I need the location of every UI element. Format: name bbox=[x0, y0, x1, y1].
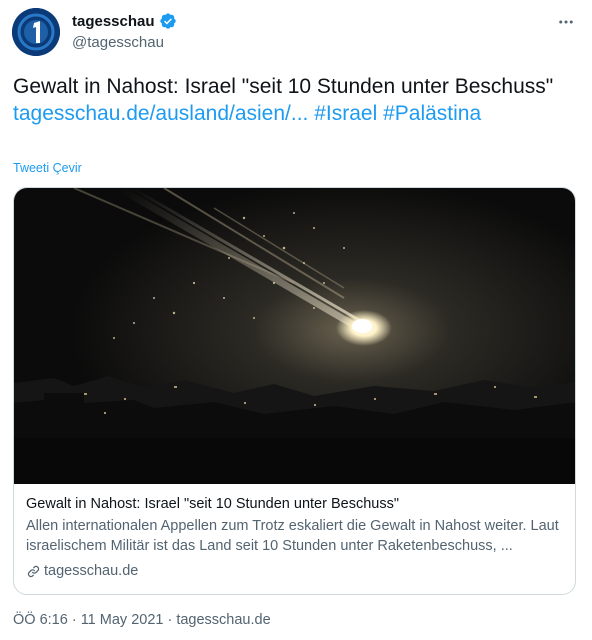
card-description: Allen internationalen Appellen zum Trotz… bbox=[26, 518, 559, 554]
hashtag-israel[interactable]: #Israel bbox=[314, 102, 377, 125]
link-icon bbox=[27, 565, 40, 577]
hashtag-palaestina[interactable]: #Palästina bbox=[383, 102, 481, 125]
tweet-timestamp[interactable]: ÖÖ 6:16 · 11 May 2021 · tagesschau.de bbox=[13, 612, 271, 628]
tweet-body: Gewalt in Nahost: Israel "seit 10 Stunde… bbox=[13, 75, 554, 98]
card-domain-row: tagesschau.de bbox=[26, 561, 566, 581]
card-domain: tagesschau.de bbox=[44, 563, 139, 579]
translate-tweet-link[interactable]: Tweeti Çevir bbox=[13, 161, 82, 175]
more-options-icon bbox=[559, 20, 573, 24]
card-title: Gewalt in Nahost: Israel "seit 10 Stunde… bbox=[26, 496, 399, 512]
tweet-url-link[interactable]: tagesschau.de/ausland/asien/... bbox=[13, 102, 308, 125]
more-options-button[interactable] bbox=[554, 10, 578, 34]
link-preview-card[interactable]: Gewalt in Nahost: Israel "seit 10 Stunde… bbox=[13, 187, 576, 595]
card-info: Gewalt in Nahost: Israel "seit 10 Stunde… bbox=[26, 495, 566, 581]
tagesschau-logo-icon bbox=[12, 8, 60, 56]
avatar[interactable] bbox=[12, 8, 60, 56]
tweet-text: Gewalt in Nahost: Israel "seit 10 Stunde… bbox=[13, 73, 573, 127]
author-name-row: tagesschau bbox=[72, 12, 177, 30]
verified-badge-icon bbox=[159, 13, 176, 29]
display-name[interactable]: tagesschau bbox=[72, 13, 155, 30]
handle[interactable]: @tagesschau bbox=[72, 34, 164, 51]
card-image bbox=[14, 188, 575, 484]
